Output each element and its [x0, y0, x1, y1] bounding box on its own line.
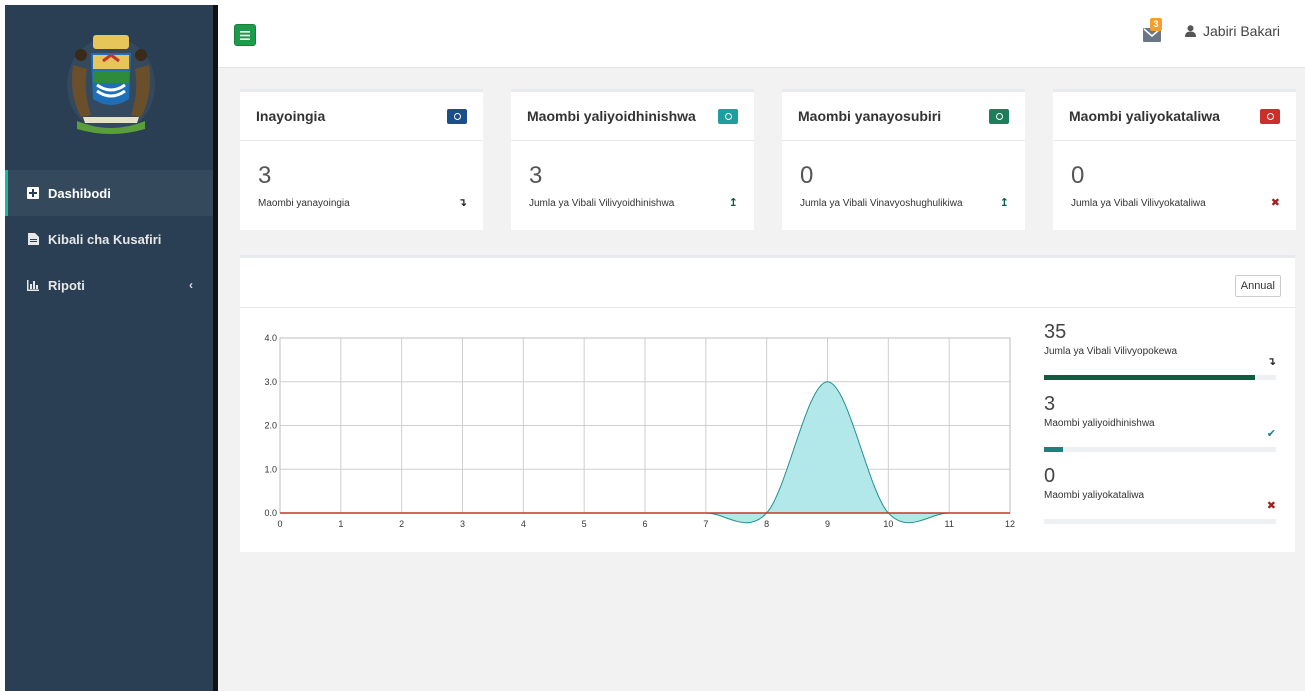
- close-icon: ✖: [1270, 197, 1280, 209]
- status-badge: [718, 108, 738, 124]
- y-tick-label: 3.0: [264, 377, 277, 387]
- status-badge: [447, 108, 467, 124]
- x-tick-label: 6: [642, 519, 647, 529]
- x-tick-label: 3: [460, 519, 465, 529]
- y-tick-label: 1.0: [264, 464, 277, 474]
- sidebar-item-kibali[interactable]: Kibali cha Kusafiri: [5, 216, 213, 262]
- topbar: 3 Jabiri Bakari: [218, 0, 1305, 68]
- chart-panel-header: Annual: [240, 258, 1295, 308]
- coat-of-arms-logo: [67, 35, 155, 134]
- chart-panel: Annual 0 1 2 3 4 5 6 7 8 9 10 11 12 0.0 1.0 2.0 3.0 4.0 3…: [240, 255, 1295, 552]
- x-tick-label: 7: [703, 519, 708, 529]
- user-menu[interactable]: Jabiri Bakari: [1185, 23, 1280, 39]
- plus-square-icon: [27, 187, 39, 199]
- user-name: Jabiri Bakari: [1203, 23, 1281, 39]
- x-tick-label: 12: [1005, 519, 1015, 529]
- sidebar-edge: [213, 5, 218, 691]
- check-icon: ✔: [1266, 428, 1276, 440]
- card-title: Maombi yanayosubiri: [798, 108, 942, 124]
- summary-stat-approved: 3 Maombi yaliyoidhinishwa ✔: [1044, 393, 1276, 465]
- hamburger-icon: [240, 30, 250, 40]
- summary-stats: 35 Jumla ya Vibali Vilivyopokewa ↴ 3 Mao…: [1044, 321, 1276, 537]
- stat-label: Maombi yaliyokataliwa: [1044, 490, 1145, 501]
- sidebar-item-label: Ripoti: [48, 277, 85, 293]
- sidebar-item-label: Dashibodi: [48, 185, 111, 201]
- card-value: 3: [258, 162, 272, 189]
- arrow-down-icon: ↴: [457, 197, 467, 209]
- x-tick-label: 4: [521, 519, 526, 529]
- progress-fill: [1044, 375, 1256, 380]
- clock-icon: [995, 112, 1003, 120]
- progress-bar: [1044, 519, 1276, 524]
- x-tick-label: 5: [582, 519, 587, 529]
- stat-card-yaliyoidhinishwa: Maombi yaliyoidhinishwa 3 Jumla ya Vibal…: [511, 89, 754, 230]
- card-subtitle: Jumla ya Vibali Vilivyokataliwa: [1071, 198, 1206, 209]
- clock-icon: [1266, 112, 1274, 120]
- x-tick-label: 8: [764, 519, 769, 529]
- summary-stat-rejected: 0 Maombi yaliyokataliwa ✖: [1044, 465, 1276, 537]
- logo-area: [5, 5, 213, 160]
- mail-count-badge: 3: [1150, 18, 1162, 31]
- close-icon: ✖: [1266, 500, 1276, 512]
- card-subtitle: Jumla ya Vibali Vilivyoidhinishwa: [529, 198, 675, 209]
- x-tick-label: 0: [277, 519, 282, 529]
- menu-toggle-button[interactable]: [234, 24, 256, 46]
- card-title: Inayoingia: [256, 108, 326, 124]
- period-select-button[interactable]: Annual: [1234, 275, 1281, 297]
- sidebar-item-label: Kibali cha Kusafiri: [48, 231, 162, 247]
- status-badge: [1260, 108, 1280, 124]
- arrow-up-icon: ↥: [999, 197, 1009, 209]
- stat-card-inayoingia: Inayoingia 3 Maombi yanayoingia ↴: [240, 89, 483, 230]
- clock-icon: [724, 112, 732, 120]
- sidebar-nav: Dashibodi Kibali cha Kusafiri Ripoti ‹: [5, 170, 213, 308]
- y-tick-label: 0.0: [264, 508, 277, 518]
- area-chart: 0 1 2 3 4 5 6 7 8 9 10 11 120.01.02.03.04.0: [264, 333, 1015, 529]
- stat-card-yaliyokataliwa: Maombi yaliyokataliwa 0 Jumla ya Vibali …: [1053, 89, 1296, 230]
- card-value: 3: [529, 162, 543, 189]
- card-value: 0: [800, 162, 814, 189]
- chevron-left-icon: ‹: [189, 278, 193, 292]
- card-subtitle: Maombi yanayoingia: [258, 198, 350, 209]
- file-icon: [27, 233, 39, 245]
- x-tick-label: 1: [338, 519, 343, 529]
- progress-bar: [1044, 447, 1276, 452]
- x-tick-label: 10: [883, 519, 893, 529]
- sidebar: Dashibodi Kibali cha Kusafiri Ripoti ‹: [5, 5, 213, 691]
- stat-card-yanayosubiri: Maombi yanayosubiri 0 Jumla ya Vibali Vi…: [782, 89, 1025, 230]
- sidebar-item-ripoti[interactable]: Ripoti ‹: [5, 262, 213, 308]
- status-badge: [989, 108, 1009, 124]
- card-value: 0: [1071, 162, 1085, 189]
- arrow-up-icon: ↥: [728, 197, 738, 209]
- stat-label: Jumla ya Vibali Vilivyopokewa: [1044, 346, 1178, 357]
- stat-value: 35: [1044, 321, 1067, 343]
- summary-stat-received: 35 Jumla ya Vibali Vilivyopokewa ↴: [1044, 321, 1276, 393]
- x-tick-label: 11: [944, 519, 953, 529]
- y-tick-label: 4.0: [264, 333, 277, 343]
- progress-fill: [1044, 447, 1063, 452]
- arrow-down-icon: ↴: [1266, 356, 1276, 368]
- stat-label: Maombi yaliyoidhinishwa: [1044, 418, 1155, 429]
- user-icon: [1185, 25, 1196, 37]
- card-title: Maombi yaliyoidhinishwa: [527, 108, 696, 124]
- progress-bar: [1044, 375, 1276, 380]
- stat-value: 0: [1044, 465, 1056, 487]
- x-tick-label: 2: [399, 519, 404, 529]
- clock-icon: [453, 112, 461, 120]
- y-tick-label: 2.0: [264, 421, 277, 431]
- sidebar-item-dashibodi[interactable]: Dashibodi: [5, 170, 213, 216]
- x-tick-label: 9: [825, 519, 830, 529]
- mail-notifications[interactable]: 3: [1143, 18, 1165, 46]
- card-subtitle: Jumla ya Vibali Vinavyoshughulikiwa: [800, 198, 963, 209]
- bar-chart-icon: [27, 279, 39, 291]
- card-title: Maombi yaliyokataliwa: [1069, 108, 1220, 124]
- stat-value: 3: [1044, 393, 1056, 415]
